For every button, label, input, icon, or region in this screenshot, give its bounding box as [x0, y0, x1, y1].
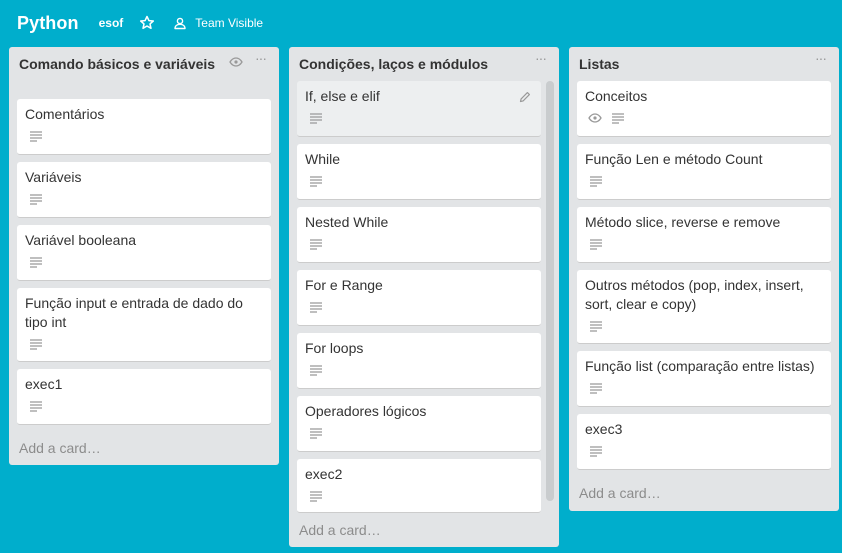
card-title: Conceitos — [585, 88, 648, 104]
card[interactable]: Função input e entrada de dado do tipo i… — [17, 288, 271, 362]
pencil-icon[interactable] — [519, 91, 531, 103]
card[interactable]: Variável booleana — [17, 225, 271, 281]
card-title: exec3 — [585, 421, 623, 437]
list-condicoes-lacos: Condições, laços e módulos ··· If, else … — [289, 47, 559, 547]
card[interactable]: Nested While — [297, 207, 541, 263]
card-title: Variável booleana — [25, 232, 137, 248]
card-title: exec2 — [305, 466, 343, 482]
team-visibility-button[interactable]: Team Visible — [173, 16, 263, 30]
card[interactable]: For e Range — [297, 270, 541, 326]
list-menu-icon[interactable]: ··· — [815, 51, 829, 67]
list-title[interactable]: Listas — [569, 47, 839, 73]
description-icon — [590, 238, 603, 250]
card-title: Comentários — [25, 106, 105, 122]
card-title: Função Len e método Count — [585, 151, 763, 167]
add-card-button[interactable]: Add a card… — [299, 522, 381, 538]
card-title: Operadores lógicos — [305, 403, 427, 419]
list-menu-icon[interactable]: ··· — [255, 51, 269, 67]
description-icon — [30, 193, 43, 205]
card[interactable]: Outros métodos (pop, index, insert, sort… — [577, 270, 831, 344]
eye-icon — [588, 113, 602, 123]
card[interactable]: exec2 — [297, 459, 541, 513]
board-title[interactable]: Python — [17, 13, 79, 34]
list-menu-icon[interactable]: ··· — [535, 51, 549, 67]
card[interactable]: exec1 — [17, 369, 271, 425]
card-title: For e Range — [305, 277, 383, 293]
board-org-link[interactable]: esof — [99, 16, 124, 30]
card[interactable]: exec3 — [577, 414, 831, 470]
card[interactable]: Método slice, reverse e remove — [577, 207, 831, 263]
board-header: Python esof Team Visible — [0, 0, 842, 46]
list-title[interactable]: Condições, laços e módulos — [289, 47, 559, 73]
team-visibility-label: Team Visible — [195, 16, 264, 30]
card-title: Método slice, reverse e remove — [585, 214, 781, 230]
add-card-button[interactable]: Add a card… — [579, 485, 661, 501]
description-icon — [310, 112, 323, 124]
card[interactable]: While — [297, 144, 541, 200]
team-icon — [173, 16, 187, 30]
card-title: Nested While — [305, 214, 389, 230]
description-icon — [590, 175, 603, 187]
list-listas: Listas ··· Conceitos Função Len e método… — [569, 47, 839, 511]
card[interactable]: Comentários — [17, 99, 271, 155]
description-icon — [310, 175, 323, 187]
description-icon — [590, 320, 603, 332]
eye-icon — [229, 57, 243, 67]
description-icon — [30, 338, 43, 350]
list-scrollbar[interactable] — [546, 81, 554, 501]
list-comando-basicos: Comando básicos e variáveis ··· Comentár… — [9, 47, 279, 465]
description-icon — [310, 490, 323, 502]
card[interactable]: Variáveis — [17, 162, 271, 218]
card-title: For loops — [305, 340, 364, 356]
description-icon — [612, 112, 625, 124]
card-title: Outros métodos (pop, index, insert, sort… — [585, 277, 804, 312]
card-title: Função input e entrada de dado do tipo i… — [25, 295, 243, 330]
card[interactable]: Conceitos — [577, 81, 831, 137]
card-title: Variáveis — [25, 169, 82, 185]
card[interactable]: Função Len e método Count — [577, 144, 831, 200]
description-icon — [590, 445, 603, 457]
description-icon — [310, 238, 323, 250]
add-card-button[interactable]: Add a card… — [19, 440, 101, 456]
card-title: exec1 — [25, 376, 63, 392]
description-icon — [310, 427, 323, 439]
card-title: Função list (comparação entre listas) — [585, 358, 815, 374]
card-title: If, else e elif — [305, 88, 380, 104]
description-icon — [30, 130, 43, 142]
description-icon — [30, 256, 43, 268]
card-title: While — [305, 151, 341, 167]
card[interactable]: Operadores lógicos — [297, 396, 541, 452]
description-icon — [30, 400, 43, 412]
description-icon — [590, 382, 603, 394]
card[interactable]: Função list (comparação entre listas) — [577, 351, 831, 407]
description-icon — [310, 364, 323, 376]
card[interactable]: For loops — [297, 333, 541, 389]
star-icon[interactable] — [139, 15, 155, 31]
card[interactable]: If, else e elif — [297, 81, 541, 137]
description-icon — [310, 301, 323, 313]
